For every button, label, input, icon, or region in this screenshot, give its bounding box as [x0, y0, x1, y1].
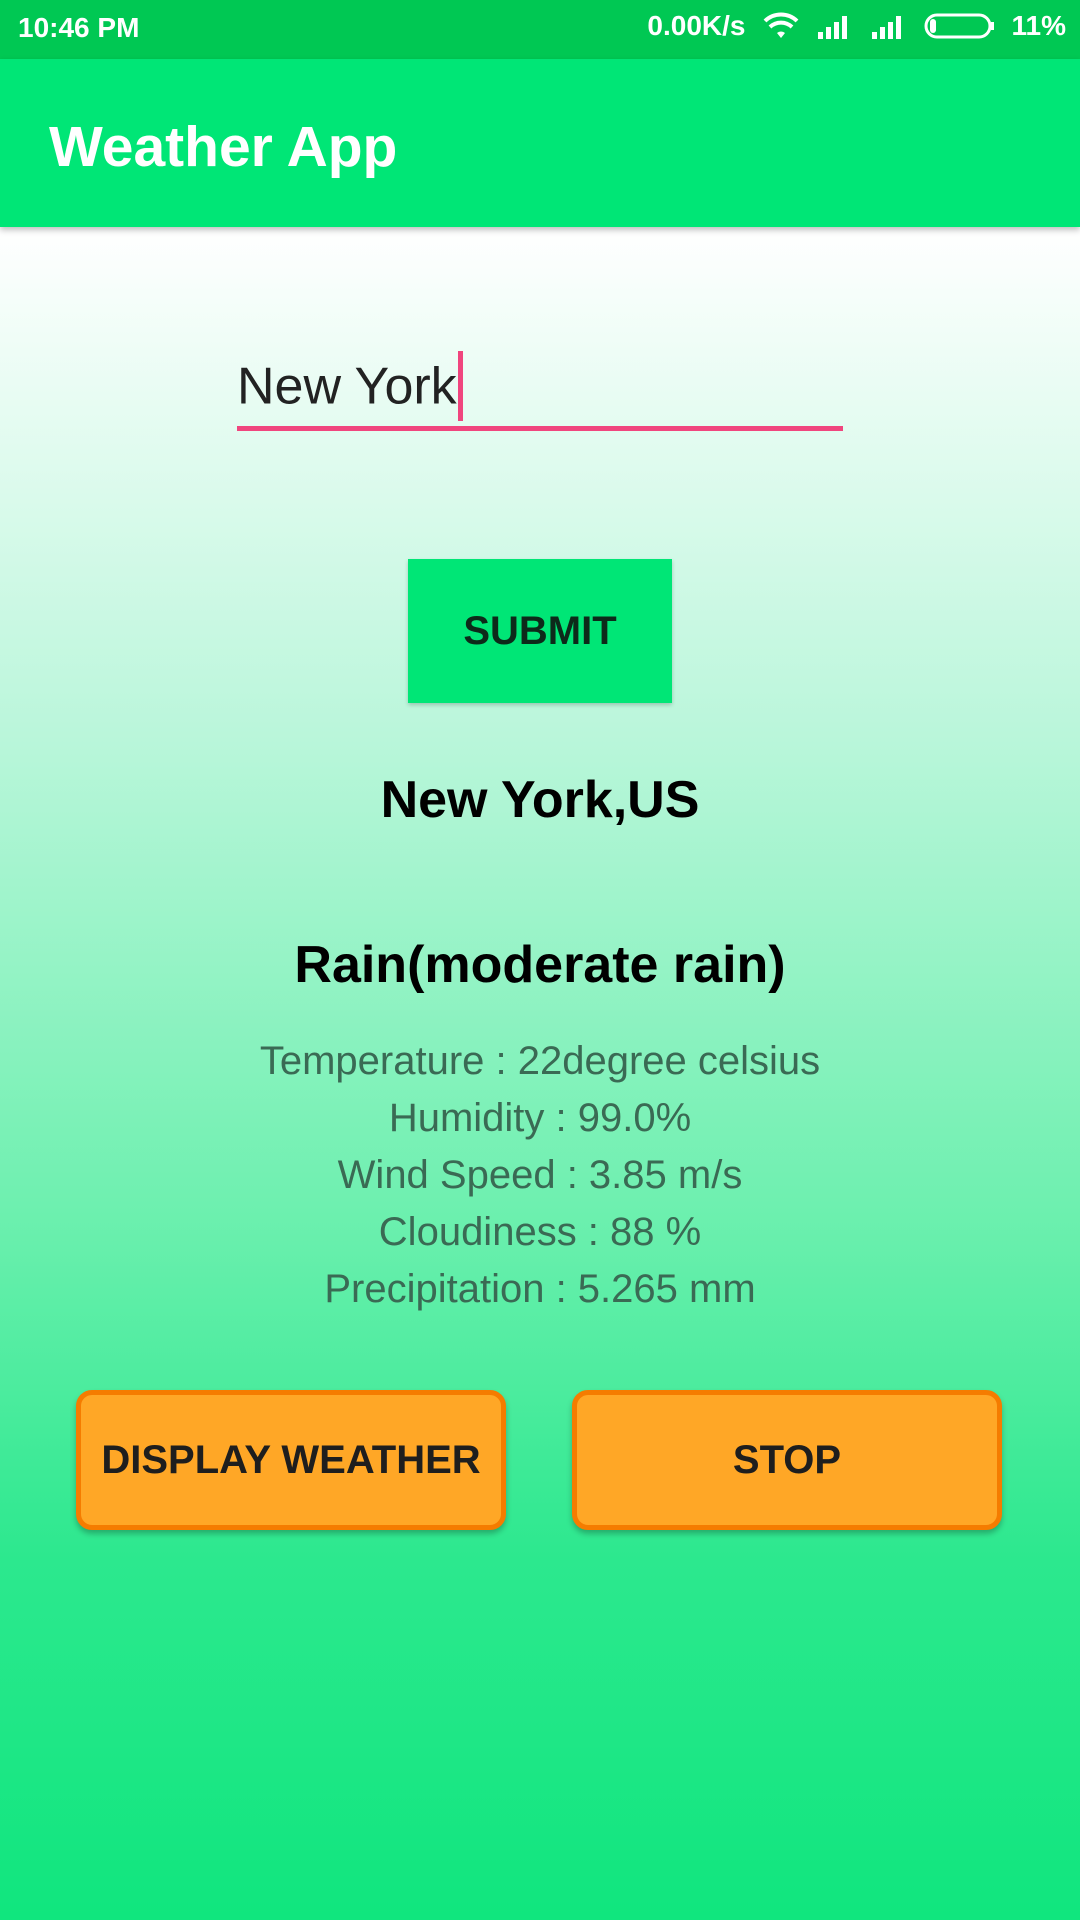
- city-input-value: New York: [237, 357, 457, 416]
- battery-percent: 11%: [1011, 10, 1067, 41]
- status-time: 10:46 PM: [18, 12, 140, 43]
- text-cursor: [457, 351, 463, 421]
- cloudiness-text: Cloudiness : 88 %: [378, 1210, 702, 1254]
- weather-condition: Rain(moderate rain): [294, 936, 786, 994]
- display-weather-button[interactable]: DISPLAY WEATHER: [76, 1390, 506, 1530]
- humidity-text: Humidity : 99.0%: [388, 1096, 692, 1140]
- app-bar: Weather App: [0, 59, 1080, 227]
- signal-icon: [870, 12, 908, 40]
- battery-icon: [924, 12, 996, 40]
- temperature-text: Temperature : 22degree celsius: [259, 1039, 821, 1083]
- wind-speed-text: Wind Speed : 3.85 m/s: [337, 1153, 743, 1197]
- network-speed: 0.00K/s: [647, 10, 746, 41]
- city-input-value-wrap: New York: [237, 351, 463, 425]
- weather-details: Temperature : 22degree celsius Humidity …: [0, 1033, 1080, 1318]
- stop-button[interactable]: STOP: [572, 1390, 1002, 1530]
- city-input[interactable]: New York: [237, 345, 843, 431]
- signal-icon: [816, 12, 854, 40]
- status-bar: 10:46 PM 0.00K/s 11%: [0, 0, 1080, 59]
- submit-button[interactable]: SUBMIT: [408, 559, 672, 703]
- location-label: New York,US: [380, 771, 700, 829]
- app-title: Weather App: [49, 115, 398, 179]
- wifi-icon: [762, 12, 800, 40]
- status-right-group: 0.00K/s 11%: [647, 10, 1066, 42]
- precipitation-text: Precipitation : 5.265 mm: [324, 1267, 756, 1311]
